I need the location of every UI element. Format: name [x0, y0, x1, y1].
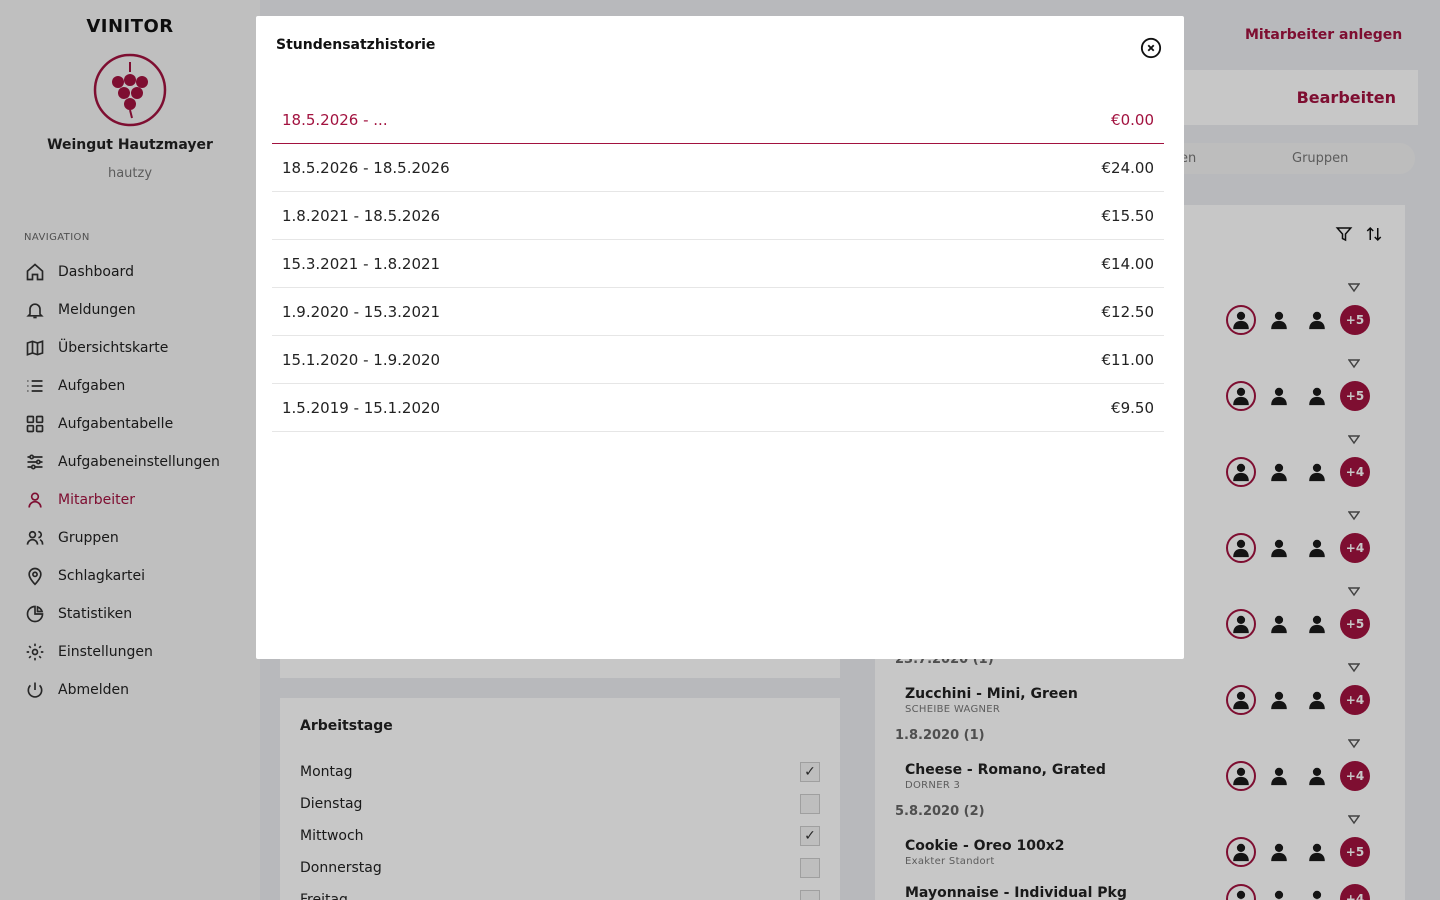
rate-history-row[interactable]: 18.5.2026 - ... €0.00	[272, 96, 1164, 144]
rate-value: €12.50	[1101, 302, 1155, 321]
rate-period: 15.1.2020 - 1.9.2020	[282, 350, 441, 369]
rate-history-row[interactable]: 15.1.2020 - 1.9.2020 €11.00	[272, 336, 1164, 384]
rate-value: €11.00	[1101, 350, 1155, 369]
rate-history-list: 18.5.2026 - ... €0.00 18.5.2026 - 18.5.20…	[272, 96, 1164, 432]
rate-period: 18.5.2026 - 18.5.2026	[282, 158, 450, 177]
rate-value: €14.00	[1101, 254, 1155, 273]
rate-value: €9.50	[1111, 398, 1154, 417]
rate-history-row[interactable]: 15.3.2021 - 1.8.2021 €14.00	[272, 240, 1164, 288]
rate-period: 18.5.2026 - ...	[282, 110, 388, 129]
rate-period: 15.3.2021 - 1.8.2021	[282, 254, 441, 273]
rate-value: €15.50	[1101, 206, 1155, 225]
rate-history-row[interactable]: 1.9.2020 - 15.3.2021 €12.50	[272, 288, 1164, 336]
rate-value: €0.00	[1111, 110, 1154, 129]
rate-history-modal: Stundensatzhistorie 18.5.2026 - ... €0.00…	[256, 16, 1184, 659]
rate-history-row[interactable]: 1.8.2021 - 18.5.2026 €15.50	[272, 192, 1164, 240]
close-icon[interactable]	[1140, 37, 1162, 59]
rate-history-row[interactable]: 1.5.2019 - 15.1.2020 €9.50	[272, 384, 1164, 432]
rate-period: 1.5.2019 - 15.1.2020	[282, 398, 441, 417]
rate-value: €24.00	[1101, 158, 1155, 177]
rate-history-row[interactable]: 18.5.2026 - 18.5.2026 €24.00	[272, 144, 1164, 192]
rate-period: 1.8.2021 - 18.5.2026	[282, 206, 441, 225]
rate-period: 1.9.2020 - 15.3.2021	[282, 302, 441, 321]
modal-title: Stundensatzhistorie	[276, 37, 436, 53]
